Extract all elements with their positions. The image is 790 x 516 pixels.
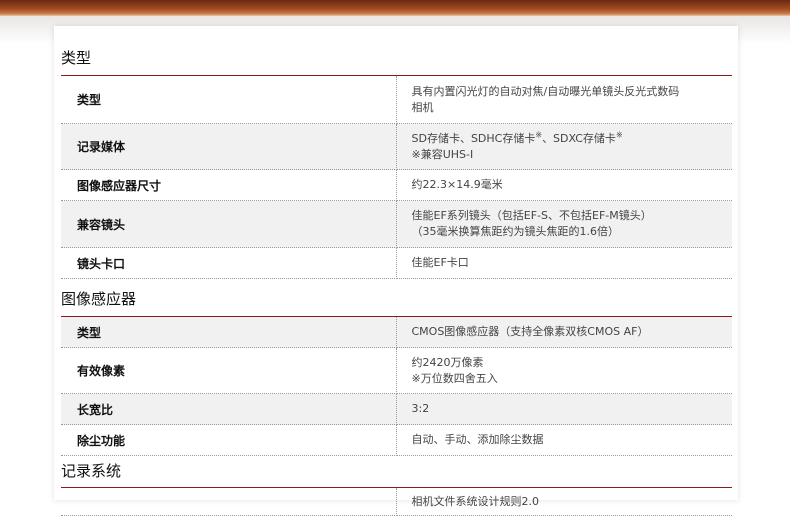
table-row: 除尘功能 自动、手动、添加除尘数据 xyxy=(61,424,732,456)
spec-key: 类型 xyxy=(61,316,397,348)
section-title-recording-system: 记录系统 xyxy=(61,462,122,480)
spec-value-line: 佳能EF系列镜头（包括EF-S、不包括EF-M镜头） xyxy=(411,209,652,222)
spec-key: 镜头卡口 xyxy=(61,247,397,279)
spec-value-line: 自动、手动、添加除尘数据 xyxy=(411,433,544,446)
spec-key: 图像感应器尺寸 xyxy=(61,169,397,201)
spec-key: 有效像素 xyxy=(61,347,397,394)
spec-value: 佳能EF卡口 xyxy=(396,247,732,279)
spec-table-image-sensor: 类型 CMOS图像感应器（支持全像素双核CMOS AF） 有效像素 约2420万… xyxy=(61,316,732,456)
spec-value: 相机文件系统设计规则2.0 xyxy=(396,487,732,516)
spec-value-line: 约22.3×14.9毫米 xyxy=(411,178,503,191)
spec-value-line: ※兼容UHS-I xyxy=(411,147,474,161)
spec-key: 记录媒体 xyxy=(61,123,397,170)
section-title-type: 类型 xyxy=(61,49,92,67)
top-banner xyxy=(0,0,790,16)
spec-value-line: SD存储卡、SDHC存储卡※、SDXC存储卡※ xyxy=(411,129,623,145)
table-row: 长宽比 3:2 xyxy=(61,393,732,425)
spec-key xyxy=(61,487,397,516)
table-row: 兼容镜头 佳能EF系列镜头（包括EF-S、不包括EF-M镜头） （35毫米换算焦… xyxy=(61,200,732,248)
spec-value: CMOS图像感应器（支持全像素双核CMOS AF） xyxy=(396,316,732,348)
spec-value-line: 约2420万像素 xyxy=(411,355,484,369)
table-row: 图像感应器尺寸 约22.3×14.9毫米 xyxy=(61,169,732,201)
table-row: 镜头卡口 佳能EF卡口 xyxy=(61,247,732,279)
spec-value-line: 具有内置闪光灯的自动对焦/自动曝光单镜头反光式数码 xyxy=(411,84,680,98)
spec-value-line: ※万位数四舍五入 xyxy=(411,371,498,385)
spec-value: 佳能EF系列镜头（包括EF-S、不包括EF-M镜头） （35毫米换算焦距约为镜头… xyxy=(396,200,732,248)
section-title-image-sensor: 图像感应器 xyxy=(61,290,137,308)
spec-table-recording-system: 相机文件系统设计规则2.0 xyxy=(61,487,732,516)
spec-value-line: 相机文件系统设计规则2.0 xyxy=(411,495,540,508)
spec-value: 自动、手动、添加除尘数据 xyxy=(396,424,732,456)
spec-value-line: （35毫米换算焦距约为镜头焦距的1.6倍） xyxy=(411,225,620,238)
spec-table-type: 类型 具有内置闪光灯的自动对焦/自动曝光单镜头反光式数码 相机 记录媒体 SD存… xyxy=(61,75,732,279)
spec-key: 兼容镜头 xyxy=(61,200,397,248)
spec-value: SD存储卡、SDHC存储卡※、SDXC存储卡※ ※兼容UHS-I xyxy=(396,123,732,170)
spec-value: 具有内置闪光灯的自动对焦/自动曝光单镜头反光式数码 相机 xyxy=(396,75,732,124)
spec-value-line: CMOS图像感应器（支持全像素双核CMOS AF） xyxy=(411,325,649,338)
table-row: 相机文件系统设计规则2.0 xyxy=(61,487,732,516)
spec-key: 类型 xyxy=(61,75,397,124)
spec-value-line: 3:2 xyxy=(411,402,430,415)
spec-value: 3:2 xyxy=(396,393,732,425)
table-row: 类型 具有内置闪光灯的自动对焦/自动曝光单镜头反光式数码 相机 xyxy=(61,75,732,124)
spec-value-line: 相机 xyxy=(411,100,434,114)
table-row: 记录媒体 SD存储卡、SDHC存储卡※、SDXC存储卡※ ※兼容UHS-I xyxy=(61,123,732,170)
table-row: 类型 CMOS图像感应器（支持全像素双核CMOS AF） xyxy=(61,316,732,348)
spec-value: 约22.3×14.9毫米 xyxy=(396,169,732,201)
spec-value: 约2420万像素 ※万位数四舍五入 xyxy=(396,347,732,394)
spec-key: 长宽比 xyxy=(61,393,397,425)
spec-value-line: 佳能EF卡口 xyxy=(411,256,469,269)
spec-key: 除尘功能 xyxy=(61,424,397,456)
table-row: 有效像素 约2420万像素 ※万位数四舍五入 xyxy=(61,347,732,394)
